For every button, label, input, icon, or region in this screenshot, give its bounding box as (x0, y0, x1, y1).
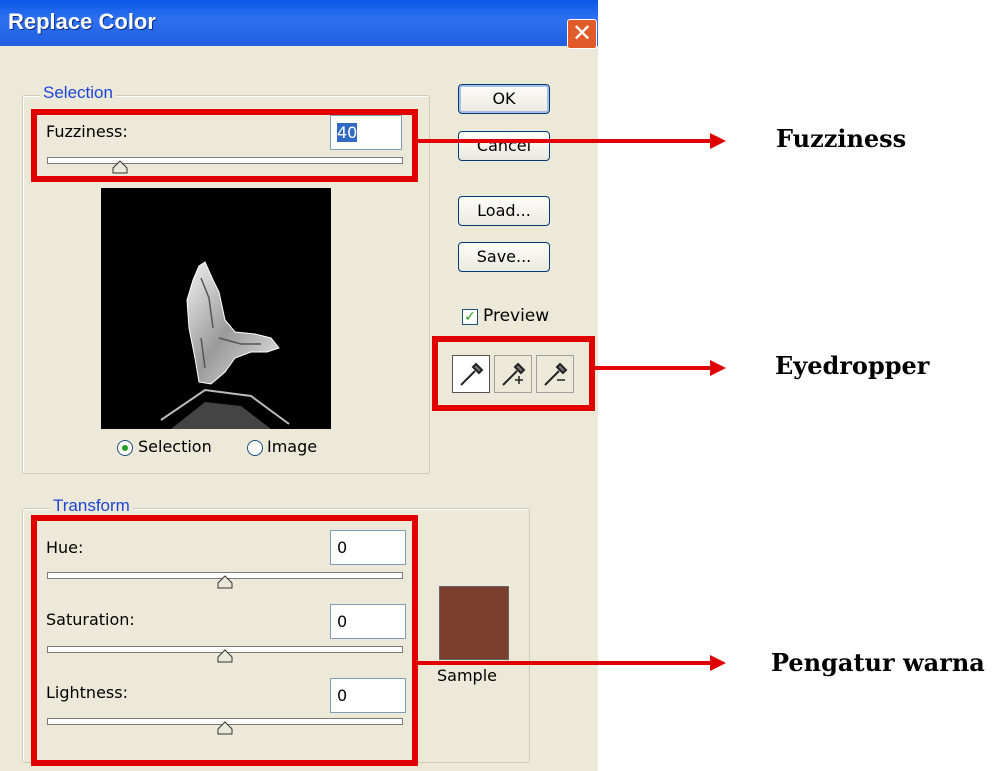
eyedropper-annotation: Eyedropper (775, 351, 930, 380)
fuzziness-arrow-line (418, 139, 714, 143)
sample-label: Sample (437, 666, 497, 685)
fuzziness-highlight-box (31, 109, 418, 182)
selection-radio[interactable] (117, 440, 133, 456)
eyedropper-arrow-line (595, 366, 714, 370)
preview-label[interactable]: Preview (483, 306, 549, 326)
fuzziness-arrow-head (710, 133, 726, 149)
color-annotation: Pengatur warna (771, 648, 985, 677)
preview-checkbox[interactable]: ✓ (462, 309, 478, 325)
window-title: Replace Color (8, 9, 156, 34)
fuzziness-annotation: Fuzziness (776, 124, 907, 153)
close-button[interactable]: ✕ (567, 19, 597, 49)
sample-color-swatch[interactable] (439, 586, 509, 660)
load-button[interactable]: Load... (458, 196, 550, 226)
image-radio-label[interactable]: Image (267, 437, 317, 456)
color-arrow-line (418, 661, 714, 665)
save-button[interactable]: Save... (458, 242, 550, 272)
selection-preview-image (101, 188, 331, 429)
ok-button[interactable]: OK (458, 84, 550, 114)
eyedropper-highlight-box (432, 336, 595, 411)
title-bar: Replace Color (0, 0, 598, 46)
hand-mask-image (160, 261, 290, 429)
color-controls-highlight-box (31, 515, 418, 766)
color-arrow-head (710, 655, 726, 671)
transform-legend: Transform (50, 496, 133, 516)
selection-legend: Selection (40, 83, 116, 103)
image-radio[interactable] (247, 440, 263, 456)
cancel-button[interactable]: Cancel (458, 131, 550, 161)
close-icon: ✕ (571, 19, 593, 47)
selection-radio-label[interactable]: Selection (138, 437, 212, 456)
eyedropper-arrow-head (710, 360, 726, 376)
